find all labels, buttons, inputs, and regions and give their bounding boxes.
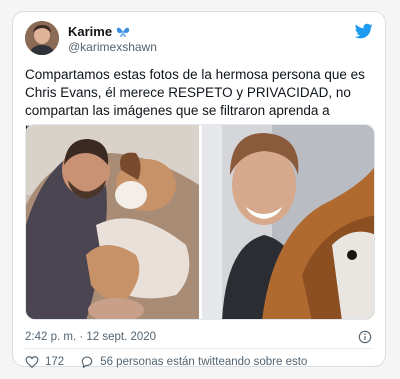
tweet-card: Karime @karimexshawn Compartamos estas f… (12, 11, 386, 369)
user-name-row[interactable]: Karime (68, 24, 130, 39)
display-name[interactable]: Karime (68, 24, 112, 39)
twitter-bird-icon[interactable] (355, 22, 373, 40)
butterfly-icon (116, 27, 130, 37)
conversation-action[interactable]: 56 personas están twitteando sobre esto (80, 355, 307, 369)
reply-bubble-icon[interactable] (80, 355, 94, 369)
user-handle[interactable]: @karimexshawn (68, 40, 157, 54)
divider (25, 348, 373, 349)
like-count: 172 (45, 356, 65, 368)
tweet-timestamp[interactable]: 2:42 p. m. · 12 sept. 2020 (25, 331, 156, 343)
like-action[interactable]: 172 (25, 355, 64, 369)
avatar-image (25, 21, 59, 55)
conversation-text: 56 personas están twitteando sobre esto (100, 356, 308, 368)
heart-icon[interactable] (25, 355, 39, 369)
photo-man-with-dog[interactable] (26, 125, 199, 320)
photo-selfie-with-dog[interactable] (202, 125, 375, 320)
avatar[interactable] (25, 21, 59, 55)
tweet-media[interactable] (25, 124, 375, 320)
info-icon[interactable] (358, 330, 372, 344)
tweet-actions: 172 56 personas están twitteando sobre e… (25, 355, 323, 369)
